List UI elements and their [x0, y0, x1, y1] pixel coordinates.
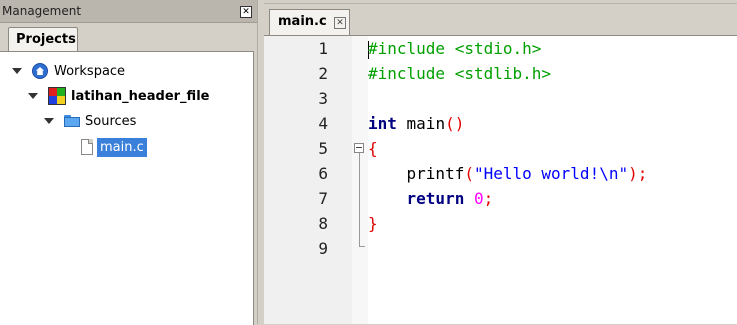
line-number: 8 [318, 214, 328, 233]
editor-tab-bar: main.c ✕ [264, 0, 737, 36]
code-token: ; [483, 189, 494, 208]
line-number: 1 [318, 39, 328, 58]
code-token: () [445, 114, 465, 133]
project-tree: Workspace latihan_header_file Sources ma… [0, 51, 254, 325]
tree-item-label: latihan_header_file [71, 88, 210, 104]
line-number: 7 [318, 189, 328, 208]
code-token: main [396, 114, 446, 133]
code-line: int main() [368, 114, 464, 139]
management-close-icon[interactable]: ✕ [240, 6, 252, 18]
project-icon [48, 87, 66, 105]
code-token: 0 [473, 189, 484, 208]
code-token: "Hello world!\n" [473, 164, 629, 183]
line-number: 3 [318, 89, 328, 108]
folder-icon [64, 115, 80, 127]
tab-label: main.c [278, 14, 327, 29]
management-panel: Management ✕ Projects Workspace latihan_… [0, 0, 257, 325]
tree-item-label: Workspace [54, 63, 126, 79]
tree-item-label: main.c [97, 137, 147, 157]
expand-arrow-icon[interactable] [44, 118, 54, 124]
code-line: #include <stdio.h> [368, 39, 541, 64]
fold-line [359, 153, 360, 246]
code-token: ); [628, 164, 648, 183]
file-icon [81, 139, 93, 155]
editor-area: main.c ✕ 123456789 #include <stdio.h> #in… [264, 0, 737, 324]
tab-main-c[interactable]: main.c ✕ [269, 9, 350, 35]
code-token: int [368, 114, 397, 133]
tree-item-workspace[interactable]: Workspace [12, 61, 125, 81]
management-header: Management ✕ [0, 0, 257, 23]
code-editor[interactable]: #include <stdio.h> #include <stdlib.h> int… [368, 36, 737, 324]
code-token: return [406, 189, 465, 208]
code-line: printf("Hello world!\n"); [368, 164, 648, 189]
line-number: 5 [318, 139, 328, 158]
tab-close-icon[interactable]: ✕ [334, 17, 346, 29]
code-token: { [368, 139, 378, 158]
line-number: 4 [318, 114, 328, 133]
code-token: #include <stdio.h> [368, 39, 542, 58]
line-number: 6 [318, 164, 328, 183]
management-title: Management [2, 4, 82, 18]
fold-margin [352, 36, 368, 324]
code-token: } [368, 214, 378, 233]
tab-projects-label: Projects [16, 32, 76, 47]
expand-arrow-icon[interactable] [12, 68, 22, 74]
tree-item-main-c[interactable]: main.c [81, 135, 147, 159]
tree-item-project[interactable]: latihan_header_file [28, 86, 209, 106]
code-line: } [368, 214, 378, 239]
code-line: { [368, 139, 378, 164]
code-token: ( [464, 164, 474, 183]
tab-projects[interactable]: Projects [8, 27, 78, 52]
fold-toggle-icon[interactable] [354, 143, 364, 153]
tree-item-sources[interactable]: Sources [44, 111, 136, 131]
code-line: return 0; [368, 189, 494, 214]
tree-item-label: Sources [85, 113, 137, 129]
code-token: printf [368, 164, 465, 183]
tab-bar-divider [264, 3, 737, 4]
fold-line-end [359, 246, 365, 247]
line-number: 9 [318, 239, 328, 258]
expand-arrow-icon[interactable] [28, 93, 38, 99]
workspace-icon [32, 63, 48, 79]
code-line: #include <stdlib.h> [368, 64, 551, 89]
code-token: #include <stdlib.h> [368, 64, 552, 83]
line-number: 2 [318, 64, 328, 83]
